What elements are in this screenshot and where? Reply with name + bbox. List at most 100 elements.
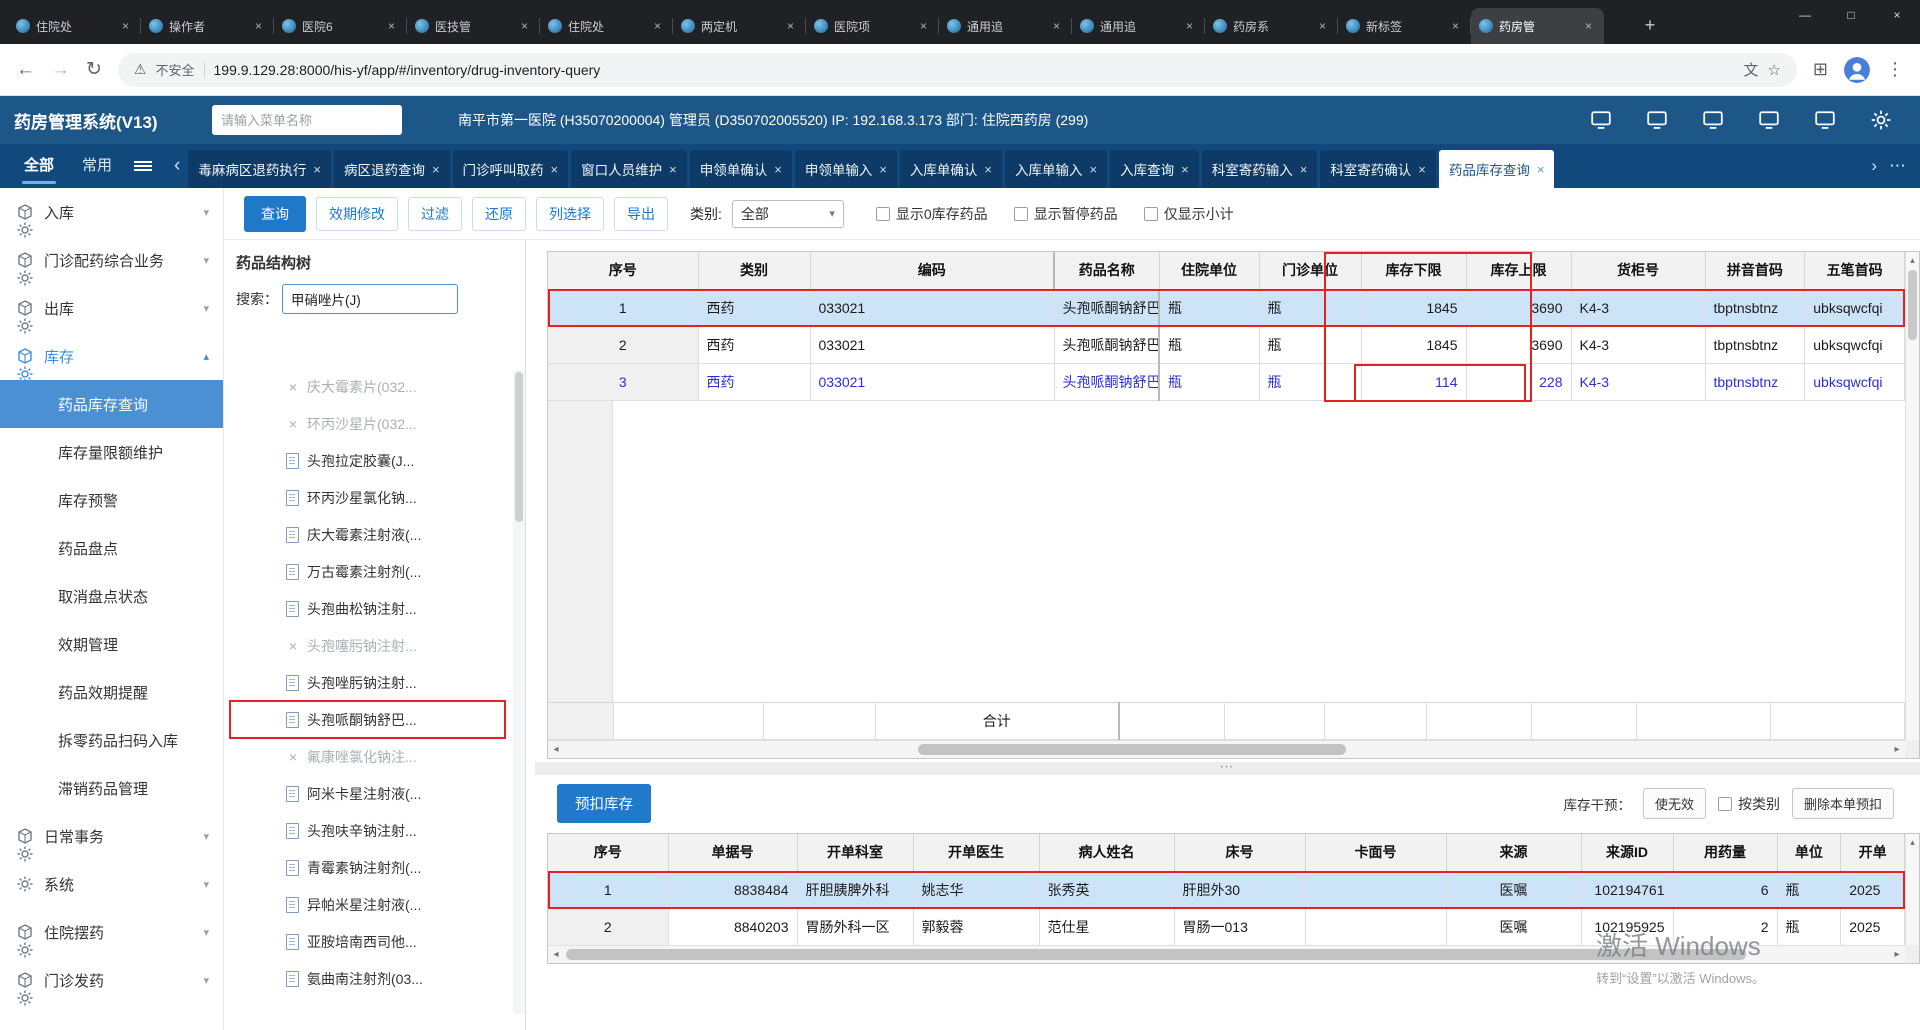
tree-item[interactable]: 头孢唑肟钠注射... <box>230 664 505 701</box>
scrollbar-thumb[interactable] <box>515 372 523 522</box>
tab-close-icon[interactable] <box>1049 19 1064 34</box>
column-header[interactable]: 编码 <box>810 252 1055 290</box>
sidebar-item[interactable]: 入库 <box>0 188 223 238</box>
tree-item[interactable]: 亚胺培南西司他... <box>230 923 505 960</box>
new-tab-button[interactable]: + <box>1638 15 1662 36</box>
tab-close-icon[interactable] <box>517 19 532 34</box>
tree-item[interactable]: 头孢曲松钠注射... <box>230 590 505 627</box>
column-header[interactable]: 来源ID <box>1581 834 1674 872</box>
tabs-scroll-left-icon[interactable]: ‹ <box>174 155 180 177</box>
column-header[interactable]: 开单科室 <box>797 834 914 872</box>
tree-item[interactable]: 青霉素钠注射剂(... <box>230 849 505 886</box>
module-tab-close-icon[interactable] <box>774 162 782 177</box>
scroll-up-icon[interactable]: ▴ <box>1906 252 1919 266</box>
profile-avatar[interactable] <box>1844 56 1870 83</box>
by-category-checkbox[interactable]: 按类别 <box>1717 794 1780 814</box>
module-tab-close-icon[interactable] <box>879 162 887 177</box>
sidebar-item[interactable]: 取消盘点状态 <box>0 572 223 620</box>
tree-item[interactable]: 环丙沙星氯化钠... <box>230 479 505 516</box>
column-header[interactable]: 开单 <box>1840 834 1905 872</box>
checkbox-icon[interactable] <box>1717 796 1732 811</box>
sidebar-item[interactable]: 药品库存查询 <box>0 380 223 428</box>
browser-tab[interactable]: 住院处 <box>540 8 673 44</box>
scroll-up-icon[interactable]: ▴ <box>1906 834 1919 848</box>
horizontal-scrollbar[interactable]: ◂ ▸ <box>548 740 1905 758</box>
column-header[interactable]: 来源 <box>1446 834 1582 872</box>
menu-filter-tab[interactable]: 全部 <box>10 144 68 188</box>
column-header[interactable]: 单位 <box>1777 834 1842 872</box>
extensions-icon[interactable]: ⊞ <box>1813 59 1828 80</box>
module-tab[interactable]: 入库单输入 <box>1005 150 1108 188</box>
tab-close-icon[interactable] <box>1448 19 1463 34</box>
browser-tab[interactable]: 住院处 <box>8 8 141 44</box>
scroll-left-icon[interactable]: ◂ <box>548 946 564 963</box>
column-header[interactable]: 库存下限 <box>1361 252 1467 290</box>
scrollbar-thumb[interactable] <box>566 949 1746 960</box>
cast-icon[interactable] <box>1590 109 1612 131</box>
scroll-right-icon[interactable]: ▸ <box>1889 946 1905 963</box>
browser-tab[interactable]: 医院项 <box>806 8 939 44</box>
tab-close-icon[interactable] <box>1581 19 1596 34</box>
browser-tab[interactable]: 药房管 <box>1471 8 1604 44</box>
address-field[interactable]: ⚠ 不安全 199.9.129.28:8000/his-yf/app/#/inv… <box>117 52 1797 87</box>
maximize-button[interactable]: □ <box>1828 0 1874 32</box>
browser-tab[interactable]: 药房系 <box>1205 8 1338 44</box>
browser-tab[interactable]: 通用追 <box>1072 8 1205 44</box>
sidebar-item[interactable]: 日常事务 <box>0 812 223 862</box>
column-header[interactable]: 住院单位 <box>1159 252 1260 290</box>
browser-tab[interactable]: 两定机 <box>673 8 806 44</box>
sidebar-item[interactable]: 效期管理 <box>0 620 223 668</box>
tree-scrollbar[interactable] <box>513 370 525 1014</box>
scrollbar-thumb[interactable] <box>1908 270 1917 340</box>
module-tab-close-icon[interactable] <box>432 162 440 177</box>
column-header[interactable]: 门诊单位 <box>1259 252 1362 290</box>
delete-withhold-button[interactable]: 删除本单预扣 <box>1791 788 1894 819</box>
refresh-icon[interactable]: ↻ <box>86 58 102 81</box>
tab-close-icon[interactable] <box>1182 19 1197 34</box>
withhold-inventory-button[interactable]: 预扣库存 <box>557 784 651 823</box>
inventory-row[interactable]: 1 西药 033021 头孢哌酮钠舒巴坦钠注射... 瓶 瓶 1845 3690… <box>548 289 1905 327</box>
module-tab[interactable]: 科室寄药确认 <box>1320 150 1436 188</box>
tab-close-icon[interactable] <box>1315 19 1330 34</box>
settings-icon[interactable] <box>1870 109 1892 131</box>
column-header[interactable]: 病人姓名 <box>1039 834 1175 872</box>
sidebar-item[interactable]: 拆零药品扫码入库 <box>0 716 223 764</box>
column-header[interactable]: 五笔首码 <box>1804 252 1905 290</box>
column-header[interactable]: 类别 <box>698 252 811 290</box>
forward-icon[interactable]: → <box>51 59 70 81</box>
minimize-button[interactable]: — <box>1782 0 1828 32</box>
browser-menu-icon[interactable]: ⋮ <box>1886 59 1904 80</box>
sidebar-item[interactable]: 库存量限额维护 <box>0 428 223 476</box>
module-tab[interactable]: 申领单输入 <box>794 150 897 188</box>
module-tab-close-icon[interactable] <box>313 162 321 177</box>
inventory-row[interactable]: 2 西药 033021 头孢哌酮钠舒巴坦钠注射... 瓶 瓶 1845 3690… <box>548 326 1905 364</box>
browser-tab[interactable]: 操作者 <box>141 8 274 44</box>
security-label[interactable]: 不安全 <box>155 60 194 79</box>
column-header[interactable]: 用药量 <box>1673 834 1778 872</box>
monitor-icon[interactable] <box>1646 109 1668 131</box>
kiosk-icon[interactable] <box>1758 109 1780 131</box>
browser-tab[interactable]: 通用追 <box>939 8 1072 44</box>
sidebar-item[interactable]: 库存预警 <box>0 476 223 524</box>
vertical-scrollbar[interactable]: ▴ <box>1905 252 1919 740</box>
tree-item[interactable]: 头孢噻肟钠注射... <box>230 627 505 664</box>
tree-item[interactable]: 万古霉素注射剂(... <box>230 553 505 590</box>
tree-item[interactable]: 头孢哌酮钠舒巴... <box>229 700 506 739</box>
tree-item[interactable]: 庆大霉素注射液(... <box>230 516 505 553</box>
browser-icon[interactable] <box>1814 109 1836 131</box>
tree-item[interactable]: 头孢拉定胶囊(J... <box>230 442 505 479</box>
menu-list-icon[interactable] <box>134 160 153 172</box>
sidebar-item[interactable]: 药品盘点 <box>0 524 223 572</box>
column-header[interactable]: 开单医生 <box>913 834 1040 872</box>
checkbox-icon[interactable] <box>1143 206 1158 221</box>
column-header[interactable]: 床号 <box>1174 834 1306 872</box>
module-tab[interactable]: 病区退药查询 <box>333 150 450 188</box>
module-tab[interactable]: 门诊呼叫取药 <box>452 150 569 188</box>
menu-filter-tab[interactable]: 常用 <box>68 144 126 188</box>
tree-item[interactable]: 异帕米星注射液(... <box>230 886 505 923</box>
module-tab[interactable]: 申领单确认 <box>689 150 792 188</box>
withhold-row[interactable]: 2 8840203 胃肠外科一区 郭毅蓉 范仕星 胃肠一013 医嘱 10219… <box>548 908 1905 946</box>
tab-close-icon[interactable] <box>118 19 133 34</box>
module-tab-close-icon[interactable] <box>1181 162 1189 177</box>
column-header[interactable]: 序号 <box>548 252 699 290</box>
